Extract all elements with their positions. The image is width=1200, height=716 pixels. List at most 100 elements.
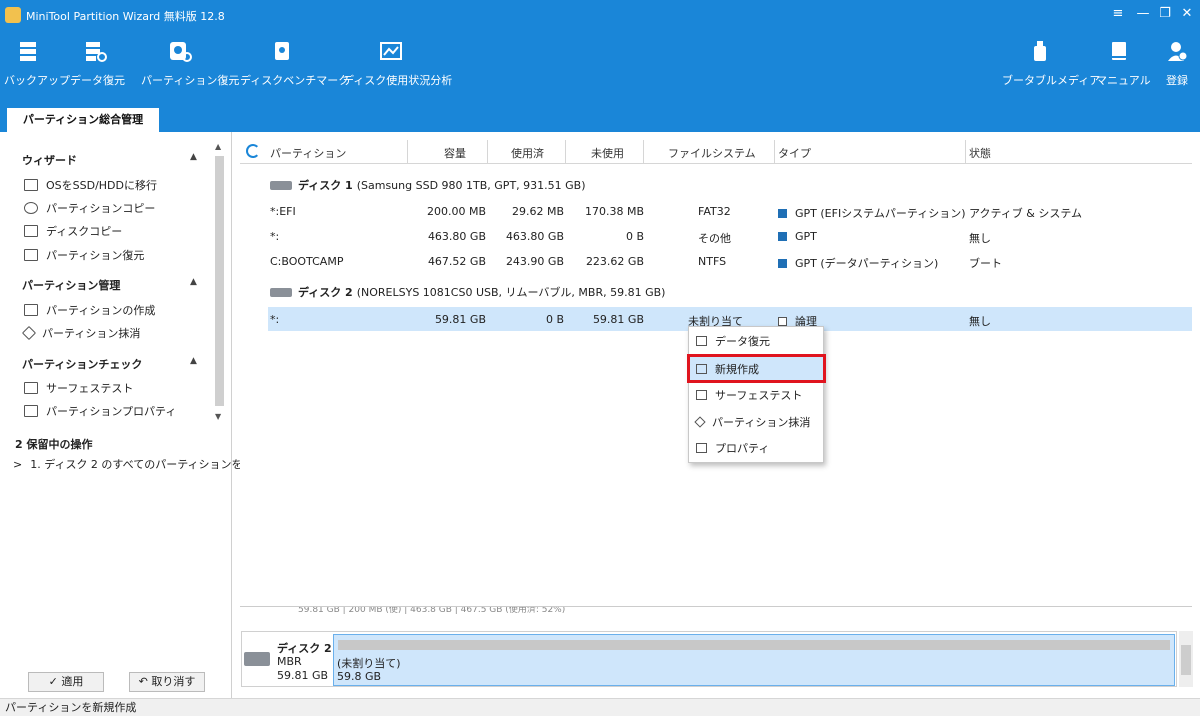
chevron-up-icon[interactable]: ▲ <box>190 356 197 366</box>
menu-item-data-recovery[interactable]: データ復元 <box>689 328 823 354</box>
title-bar: MiniTool Partition Wizard 無料版 12.8 ≡ — ❐… <box>0 0 1200 30</box>
column-divider[interactable] <box>774 140 775 163</box>
table-row[interactable]: C:BOOTCAMP 467.52 GB 243.90 GB 223.62 GB… <box>268 249 1192 273</box>
toolbar-data-recovery-button[interactable]: データ復元 <box>70 40 125 88</box>
disk-map-scrollbar[interactable] <box>1179 631 1193 687</box>
toolbar-register-button[interactable]: 登録 <box>1163 40 1191 88</box>
wizard-section-title[interactable]: ウィザード <box>22 152 77 168</box>
column-header-used[interactable]: 使用済 <box>511 145 544 161</box>
app-logo-icon <box>5 7 21 23</box>
column-header-filesystem[interactable]: ファイルシステム <box>668 145 756 161</box>
disk-map-name: ディスク 2 <box>277 642 332 655</box>
register-icon <box>1168 42 1188 61</box>
column-header-status[interactable]: 状態 <box>969 145 991 161</box>
drive-icon <box>24 249 38 261</box>
eraser-icon <box>694 416 706 428</box>
sidebar-item-partition-properties[interactable]: パーティションプロパティ <box>24 403 176 419</box>
scrollbar-thumb[interactable] <box>215 156 224 406</box>
tab-partition-management[interactable]: パーティション総合管理 <box>7 108 159 132</box>
check-section-title[interactable]: パーティションチェック <box>22 356 142 372</box>
toolbar-bootable-media-button[interactable]: ブータブルメディア <box>1002 40 1100 88</box>
refresh-icon[interactable] <box>246 144 260 158</box>
maximize-button[interactable]: ❐ <box>1155 6 1175 21</box>
disk-map-segment-unallocated[interactable]: (未割り当て) 59.8 GB <box>333 634 1175 686</box>
partition-type-icon <box>778 232 787 241</box>
context-menu: データ復元 新規作成 サーフェステスト パーティション抹消 プロパティ <box>688 326 824 463</box>
sidebar-item-disk-copy[interactable]: ディスクコピー <box>24 223 122 239</box>
app-title: MiniTool Partition Wizard 無料版 12.8 <box>26 10 225 23</box>
apply-button[interactable]: ✓ 適用 <box>28 672 104 692</box>
highlight-frame <box>687 354 826 383</box>
surface-test-icon <box>696 390 707 400</box>
copy-partition-icon <box>24 202 38 214</box>
top-header: MiniTool Partition Wizard 無料版 12.8 ≡ — ❐… <box>0 0 1200 132</box>
menu-item-wipe-partition[interactable]: パーティション抹消 <box>689 409 823 435</box>
column-header-unused[interactable]: 未使用 <box>591 145 624 161</box>
toolbar-backup-button[interactable]: バックアップ <box>4 40 70 88</box>
toolbar-partition-recovery-button[interactable]: パーティション復元 <box>141 40 239 88</box>
segment-usage-bar <box>338 640 1170 650</box>
menu-item-surface-test[interactable]: サーフェステスト <box>689 382 823 408</box>
migrate-icon <box>24 179 38 191</box>
chevron-up-icon[interactable]: ▲ <box>190 152 197 162</box>
disk-1-row[interactable]: ディスク 1 (Samsung SSD 980 1TB, GPT, 931.51… <box>270 177 586 193</box>
sidebar-item-wipe-partition[interactable]: パーティション抹消 <box>21 325 140 341</box>
column-divider[interactable] <box>965 140 966 163</box>
chevron-up-icon[interactable]: ▲ <box>190 277 197 287</box>
disk-icon <box>270 180 292 190</box>
disk-copy-icon <box>24 225 38 237</box>
partition-type-icon <box>778 209 787 218</box>
scrollbar-thumb[interactable] <box>1181 645 1191 675</box>
disk-2-row[interactable]: ディスク 2 (NORELSYS 1081CS0 USB, リムーバブル, MB… <box>270 284 665 300</box>
scroll-up-icon[interactable]: ▲ <box>215 142 221 151</box>
sidebar-item-partition-recovery[interactable]: パーティション復元 <box>24 247 144 263</box>
menu-icon[interactable]: ≡ <box>1108 6 1128 21</box>
partition-type-icon <box>778 317 787 326</box>
space-analyzer-icon <box>380 42 402 60</box>
scroll-down-icon[interactable]: ▼ <box>215 412 221 421</box>
toolbar-manual-button[interactable]: マニュアル <box>1096 40 1151 88</box>
minimize-button[interactable]: — <box>1133 6 1153 21</box>
sidebar-item-create-partition[interactable]: パーティションの作成 <box>24 302 155 318</box>
data-recovery-icon <box>86 42 107 62</box>
column-divider[interactable] <box>487 140 488 163</box>
menu-item-properties[interactable]: プロパティ <box>689 435 823 461</box>
properties-icon <box>696 443 707 453</box>
disk-map-strip: 59.81 GB | 200 MB (使) | 463.8 GB | 467.5… <box>240 606 1192 620</box>
usb-disk-icon <box>270 287 292 297</box>
column-header-partition[interactable]: パーティション <box>270 145 346 161</box>
pending-operations-title: 2 保留中の操作 <box>15 438 93 451</box>
surface-test-icon <box>24 382 38 394</box>
disk-map-type: MBR <box>277 655 302 668</box>
undo-button[interactable]: ↶ 取り消す <box>129 672 205 692</box>
drive-icon <box>696 336 707 346</box>
toolbar-space-analyzer-button[interactable]: ディスク使用状況分析 <box>343 40 452 88</box>
status-bar: パーティションを新規作成 <box>0 698 1200 716</box>
disk-benchmark-icon <box>275 42 289 60</box>
disk-map-size: 59.81 GB <box>277 669 329 682</box>
sidebar-item-migrate-os[interactable]: OSをSSD/HDDに移行 <box>24 177 157 193</box>
column-divider[interactable] <box>565 140 566 163</box>
table-row[interactable]: *:EFI 200.00 MB 29.62 MB 170.38 MB FAT32… <box>268 199 1192 223</box>
usb-disk-icon <box>244 652 270 666</box>
table-row[interactable]: *: 463.80 GB 463.80 GB 0 B その他 GPT 無し <box>268 224 1192 248</box>
column-header-type[interactable]: タイプ <box>778 145 811 161</box>
sidebar-item-partition-copy[interactable]: パーティションコピー <box>24 200 155 216</box>
eraser-icon <box>21 325 37 341</box>
new-partition-icon <box>24 304 38 316</box>
column-divider[interactable] <box>407 140 408 163</box>
properties-icon <box>24 405 38 417</box>
bootable-media-icon <box>1034 41 1046 61</box>
pending-operation-item[interactable]: >1. ディスク 2 のすべてのパーティションを削除 <box>13 456 265 472</box>
column-divider[interactable] <box>643 140 644 163</box>
column-header-capacity[interactable]: 容量 <box>444 145 466 161</box>
backup-icon <box>20 42 36 61</box>
partition-recovery-icon <box>170 42 192 62</box>
toolbar-disk-benchmark-button[interactable]: ディスクベンチマーク <box>240 40 349 88</box>
sidebar-scrollbar[interactable]: ▲ ▼ <box>213 142 226 424</box>
sidebar-item-surface-test[interactable]: サーフェステスト <box>24 380 133 396</box>
manual-icon <box>1112 42 1126 60</box>
close-button[interactable]: ✕ <box>1177 6 1197 21</box>
chevron-right-icon[interactable]: > <box>13 458 22 471</box>
management-section-title[interactable]: パーティション管理 <box>22 277 120 293</box>
